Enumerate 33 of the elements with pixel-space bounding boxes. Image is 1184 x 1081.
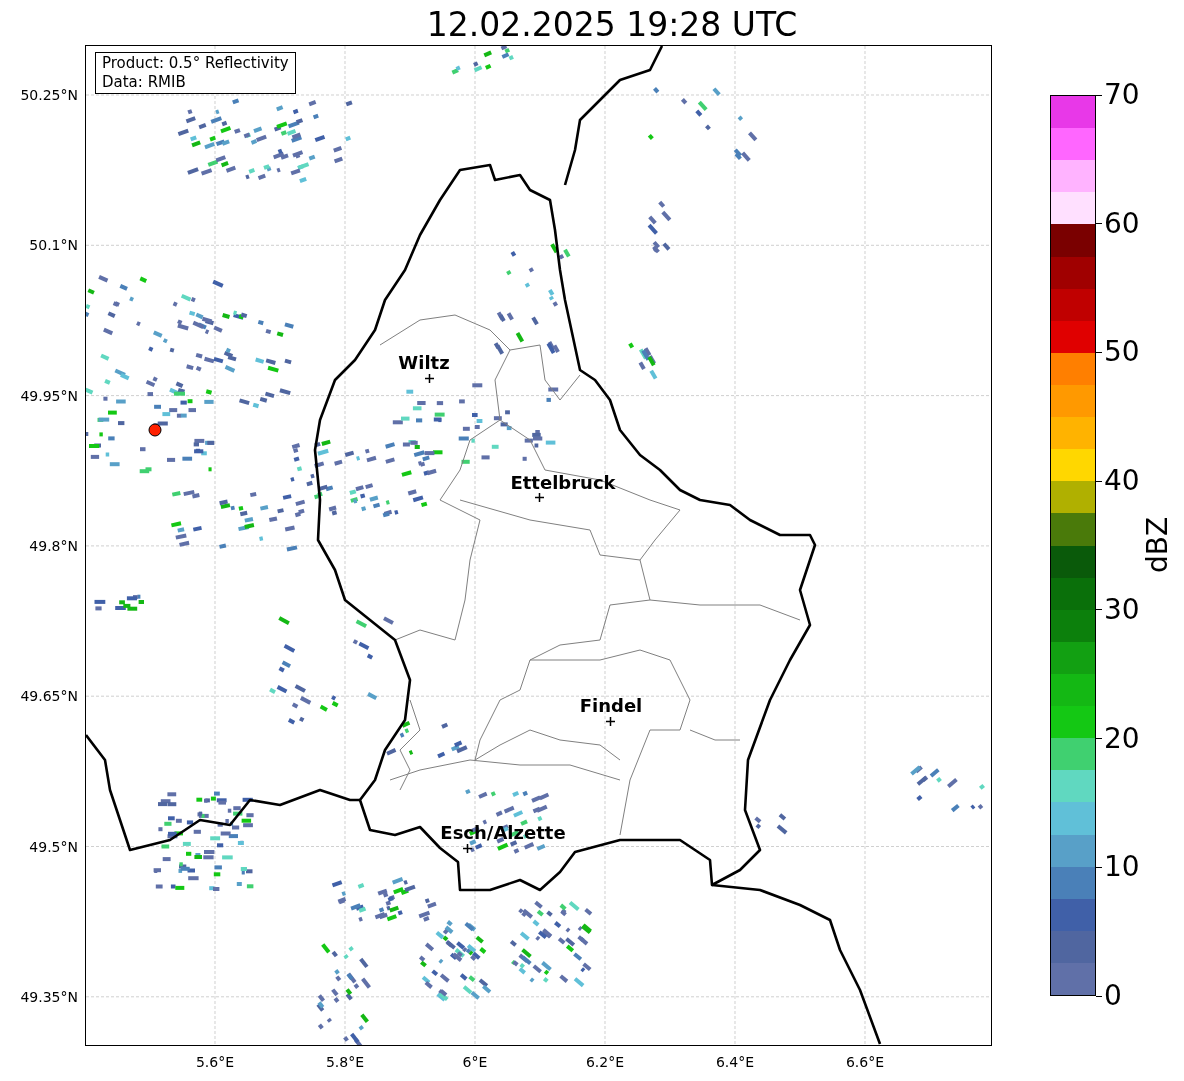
axis-label: 49.8°N bbox=[29, 536, 78, 556]
axis-label: 49.65°N bbox=[20, 686, 78, 706]
radar-site-icon bbox=[148, 423, 162, 437]
city-marker-icon bbox=[534, 492, 544, 502]
city-marker-icon bbox=[462, 843, 472, 853]
tick-label: 60 bbox=[1104, 209, 1140, 238]
tick-label: 0 bbox=[1104, 982, 1122, 1010]
axis-label: 6.6°E bbox=[845, 1053, 885, 1072]
tick-label: 20 bbox=[1104, 724, 1140, 753]
axis-label: 49.95°N bbox=[20, 386, 78, 406]
city-marker-icon bbox=[605, 716, 615, 726]
chart-title: 12.02.2025 19:28 UTC bbox=[426, 8, 798, 45]
tick-label: 30 bbox=[1104, 595, 1140, 624]
city-label: Ettelbruck bbox=[510, 470, 616, 495]
city-label: Findel bbox=[579, 693, 643, 718]
city-label: Wiltz bbox=[398, 350, 450, 375]
tick-label: 40 bbox=[1104, 467, 1140, 496]
axis-label: 6°E bbox=[462, 1053, 488, 1072]
axis-label: 6.4°E bbox=[715, 1053, 755, 1072]
axis-label: 49.35°N bbox=[20, 987, 78, 1007]
tick-label: 70 bbox=[1104, 81, 1140, 109]
axis-label: 5.8°E bbox=[325, 1053, 365, 1072]
axis-label: 50.1°N bbox=[29, 235, 78, 255]
axis-label: 5.6°E bbox=[195, 1053, 235, 1072]
city-marker-icon bbox=[424, 373, 434, 383]
axis-label: 49.5°N bbox=[29, 837, 78, 856]
colorbar-label: dBZ bbox=[1140, 516, 1175, 574]
tick-label: 50 bbox=[1104, 338, 1140, 367]
legend-text: Product: 0.5° Reflectivity bbox=[102, 54, 289, 73]
tick-label: 10 bbox=[1104, 853, 1140, 882]
axis-label: 50.25°N bbox=[20, 85, 78, 105]
axis-label: 6.2°E bbox=[585, 1053, 625, 1072]
legend-text: Data: RMIB bbox=[102, 73, 187, 92]
